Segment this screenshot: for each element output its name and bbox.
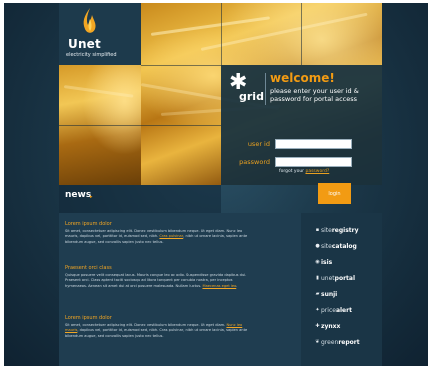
news-article: Lorem ipsum dolor Sit amet, consectetuer…: [65, 221, 253, 245]
article-body: Sit amet, consectetuer adipiscing elit. …: [65, 229, 248, 244]
portal-icon: ▮: [316, 275, 319, 281]
sidebar-item-pricealert[interactable]: ✦ price alert: [315, 307, 352, 314]
sidebar-item-isis[interactable]: ◉ isis: [315, 259, 332, 266]
brand-tagline: electricity simplified: [66, 52, 117, 58]
forgot-text: forgot your: [279, 169, 305, 174]
zynxx-icon: ✚: [315, 323, 320, 329]
logo-divider: [265, 73, 266, 105]
article-body: Quisque posuere velit consequat lacus. M…: [65, 273, 247, 288]
grid-logo: ✱ grid: [227, 72, 267, 106]
news-article: Lorem ipsum dolor Sit amet, consectetuer…: [65, 315, 253, 339]
welcome-subtitle: please enter your user id & password for…: [270, 87, 359, 103]
sidebar-links: ▪ site registry ● site catalog ◉ isis ▮ unet po…: [301, 213, 382, 366]
registry-icon: ▪: [315, 227, 320, 233]
login-panel: ✱ grid welcome! please enter your user i…: [221, 65, 382, 185]
article-title[interactable]: Lorem ipsum dolor: [65, 315, 253, 321]
isis-icon: ◉: [315, 259, 320, 265]
forgot-password-link[interactable]: password?: [305, 169, 329, 174]
sidebar-item-sitecatalog[interactable]: ● site catalog: [315, 243, 357, 250]
news-heading: news: [65, 190, 92, 200]
forgot-password: forgot your password?: [279, 169, 329, 174]
header-photo-left: [59, 65, 141, 185]
sidebar-item-greenreport[interactable]: ❦ green report: [315, 339, 359, 346]
user-id-label: user id: [247, 140, 270, 148]
arrow-right-icon: ▸: [90, 194, 93, 200]
password-input[interactable]: [275, 157, 352, 167]
alert-icon: ✦: [315, 307, 320, 313]
news-content: Lorem ipsum dolor Sit amet, consectetuer…: [59, 213, 301, 366]
sidebar-item-unetportal[interactable]: ▮ unet portal: [315, 275, 355, 282]
brand-logo[interactable]: Unet electricity simplified: [59, 3, 141, 65]
news-article: Praesent orci class Quisque posuere veli…: [65, 265, 253, 289]
brand-name: Unet: [68, 37, 101, 51]
news-header: news ▸: [59, 185, 221, 213]
sidebar-item-siteregistry[interactable]: ▪ site registry: [315, 227, 359, 234]
user-id-input[interactable]: [275, 139, 352, 149]
welcome-heading: welcome!: [270, 71, 335, 85]
article-title[interactable]: Lorem ipsum dolor: [65, 221, 253, 227]
password-label: password: [239, 158, 270, 166]
sidebar-item-zynxx[interactable]: ✚ zynxx: [315, 323, 340, 330]
site-layout: Unet electricity simplified ✱ grid welco…: [59, 3, 382, 366]
grid-logo-word: grid: [239, 90, 264, 103]
article-link[interactable]: Maecenas eget leo: [202, 284, 236, 288]
flame-icon: [83, 8, 96, 33]
sidebar-item-sunji[interactable]: ▰ sunji: [315, 291, 338, 298]
article-link[interactable]: Cras pulvinar: [159, 234, 183, 238]
greenreport-icon: ❦: [315, 339, 320, 345]
catalog-icon: ●: [315, 243, 320, 249]
sunji-icon: ▰: [315, 291, 320, 297]
article-body: Sit amet, consectetuer adipiscing elit. …: [65, 323, 248, 338]
article-title[interactable]: Praesent orci class: [65, 265, 253, 271]
page: Unet electricity simplified ✱ grid welco…: [4, 3, 428, 366]
login-button[interactable]: login: [318, 183, 351, 204]
